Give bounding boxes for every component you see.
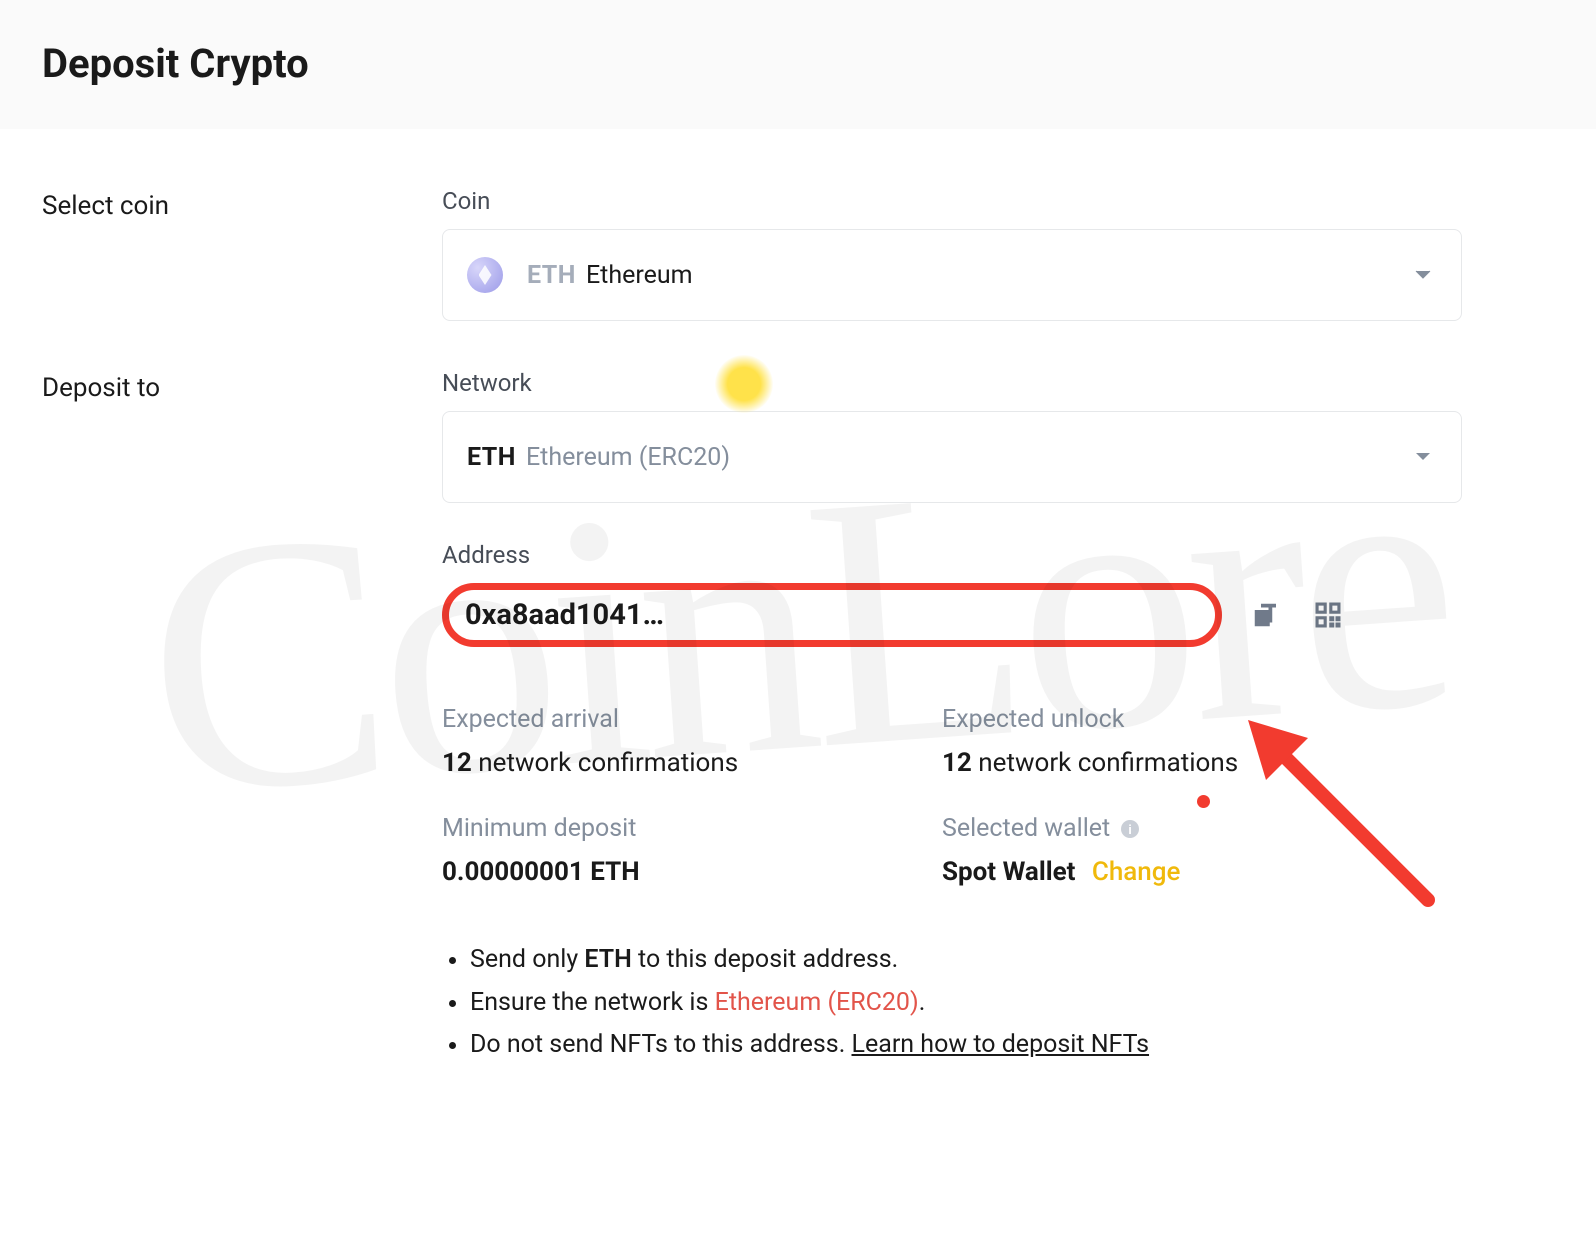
chevron-down-icon [1415,452,1431,462]
minimum-deposit-value: 0.00000001 ETH [442,857,942,887]
coin-field-label: Coin [442,187,1462,215]
info-icon[interactable]: i [1120,819,1140,839]
note-text: to this deposit address. [632,945,898,974]
expected-unlock-label: Expected unlock [942,705,1442,734]
minimum-deposit-label: Minimum deposit [442,814,942,843]
expected-arrival: Expected arrival 12 network confirmation… [442,705,942,778]
expected-arrival-count: 12 [442,748,472,778]
deposit-to-label: Deposit to [42,369,442,1067]
note-send-only: Send only ETH to this deposit address. [470,939,1462,982]
note-nft: Do not send NFTs to this address. Learn … [470,1024,1462,1067]
selected-wallet-value: Spot Wallet Change [942,857,1442,887]
network-symbol: ETH [467,443,516,472]
selected-wallet-label-text: Selected wallet [942,814,1110,843]
expected-arrival-label: Expected arrival [442,705,942,734]
deposit-notes: Send only ETH to this deposit address. E… [442,939,1462,1067]
coin-symbol: ETH [527,261,576,290]
selected-wallet: Selected wallet i Spot Wallet Change [942,814,1442,887]
note-emphasis: ETH [584,945,631,974]
selected-wallet-label: Selected wallet i [942,814,1442,843]
change-wallet-link[interactable]: Change [1092,857,1181,887]
ethereum-icon [467,257,503,293]
expected-arrival-suffix: network confirmations [478,748,738,778]
address-block: Address 0xa8aad1041… [442,541,1462,647]
chevron-down-icon [1415,270,1431,280]
expected-unlock: Expected unlock 12 network confirmations [942,705,1442,778]
deposit-info-grid: Expected arrival 12 network confirmation… [442,705,1462,887]
note-text: Send only [470,945,584,974]
network-dropdown[interactable]: ETH Ethereum (ERC20) [442,411,1462,503]
expected-unlock-value: 12 network confirmations [942,748,1442,778]
select-coin-row: Select coin Coin ETH Ethereum [42,187,1554,321]
coin-dropdown[interactable]: ETH Ethereum [442,229,1462,321]
expected-unlock-suffix: network confirmations [978,748,1238,778]
select-coin-label: Select coin [42,187,442,321]
address-field-label: Address [442,541,1462,569]
note-network: Ensure the network is Ethereum (ERC20). [470,982,1462,1025]
learn-nft-link[interactable]: Learn how to deposit NFTs [852,1030,1150,1059]
expected-unlock-count: 12 [942,748,972,778]
note-emphasis-network: Ethereum (ERC20) [715,988,919,1017]
copy-address-button[interactable] [1248,597,1284,633]
network-name: Ethereum (ERC20) [526,443,730,472]
coin-name: Ethereum [586,261,693,290]
content: Select coin Coin ETH Ethereum Deposit to… [0,129,1596,1067]
selected-wallet-name: Spot Wallet [942,857,1075,887]
address-row: 0xa8aad1041… [442,583,1462,647]
page-header: Deposit Crypto [0,0,1596,129]
expected-arrival-value: 12 network confirmations [442,748,942,778]
network-field-label: Network [442,369,1462,397]
deposit-to-row: Deposit to Network ETH Ethereum (ERC20) … [42,369,1554,1067]
address-value: 0xa8aad1041… [465,598,664,632]
note-text: . [919,988,926,1017]
note-text: Ensure the network is [470,988,715,1017]
qr-code-button[interactable] [1310,597,1346,633]
page-title: Deposit Crypto [42,40,1554,87]
deposit-address[interactable]: 0xa8aad1041… [442,583,1222,647]
note-text: Do not send NFTs to this address. [470,1030,852,1059]
minimum-deposit: Minimum deposit 0.00000001 ETH [442,814,942,887]
svg-text:i: i [1128,822,1132,837]
